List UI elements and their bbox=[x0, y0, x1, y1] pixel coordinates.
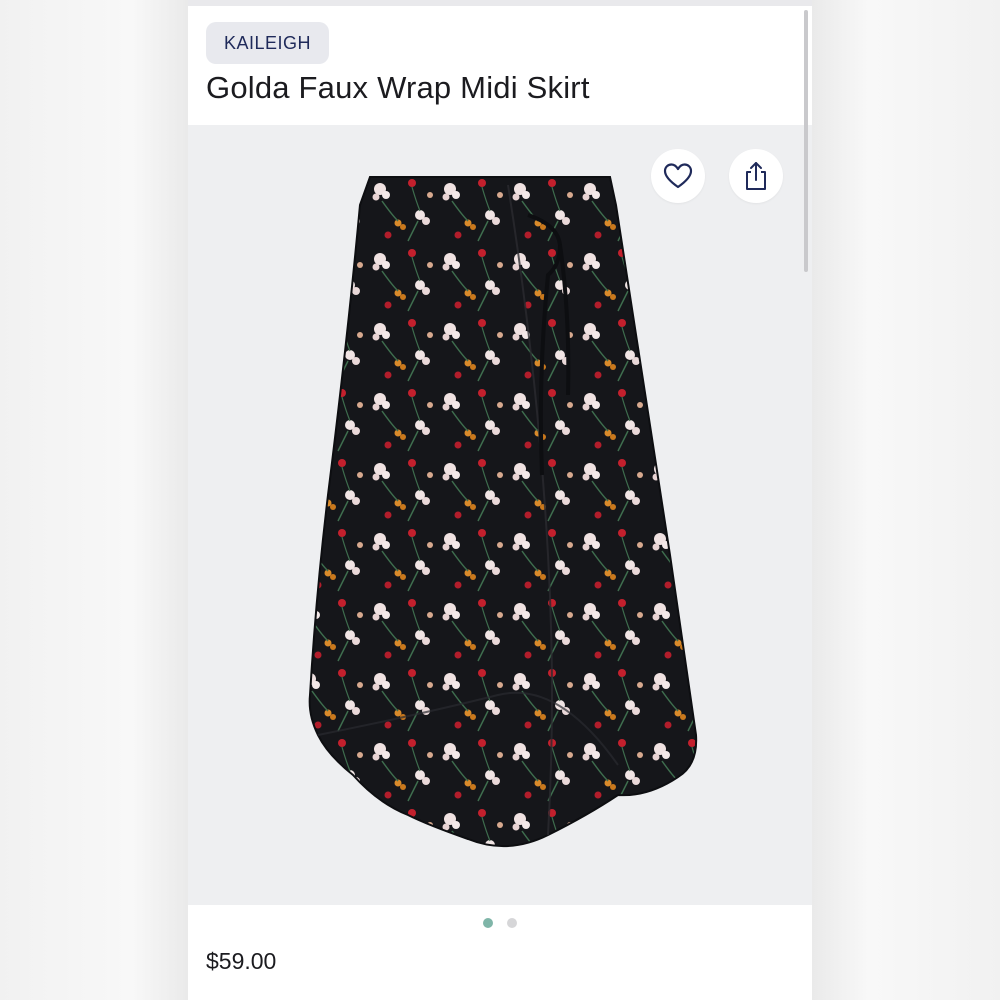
product-image-carousel[interactable] bbox=[188, 125, 812, 905]
share-icon bbox=[746, 162, 766, 190]
brand-chip[interactable]: KAILEIGH bbox=[206, 22, 330, 64]
carousel-dot[interactable] bbox=[507, 918, 517, 928]
share-button[interactable] bbox=[729, 149, 783, 203]
brand-label: KAILEIGH bbox=[224, 32, 312, 53]
favorite-button[interactable] bbox=[651, 149, 705, 203]
product-image bbox=[308, 176, 698, 848]
left-backdrop bbox=[0, 0, 188, 1000]
top-divider bbox=[188, 0, 812, 6]
product-price: $59.00 bbox=[206, 948, 277, 974]
scrollbar[interactable] bbox=[804, 10, 808, 272]
product-title: Golda Faux Wrap Midi Skirt bbox=[206, 70, 590, 105]
carousel-pagination bbox=[188, 918, 812, 932]
product-detail-screen: KAILEIGH Golda Faux Wrap Midi Skirt $59.… bbox=[188, 0, 812, 1000]
carousel-dot-active[interactable] bbox=[483, 918, 493, 928]
heart-icon bbox=[663, 163, 693, 189]
right-backdrop bbox=[812, 0, 1000, 1000]
